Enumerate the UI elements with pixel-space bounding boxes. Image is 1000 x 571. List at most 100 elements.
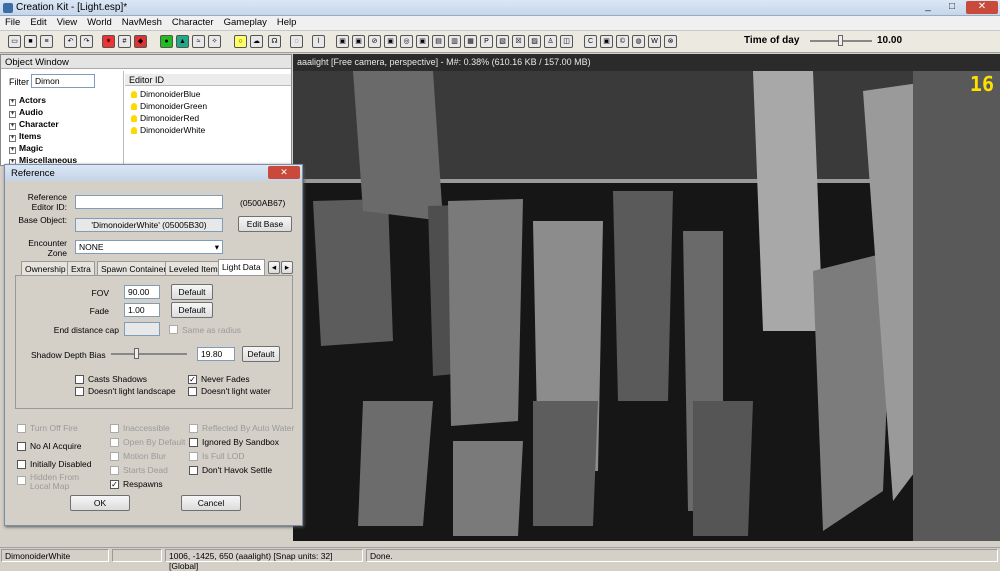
menu-file[interactable]: File [0, 16, 25, 29]
close-icon[interactable]: ✕ [966, 1, 998, 14]
tree-item-magic[interactable]: + Magic [9, 143, 77, 155]
tool-15-icon[interactable]: C [584, 35, 597, 48]
menu-navmesh[interactable]: NavMesh [117, 16, 167, 29]
tree-item-items[interactable]: + Items [9, 131, 77, 143]
markers-icon[interactable]: ☊ [268, 35, 281, 48]
list-item[interactable]: DimonoiderRed [127, 113, 207, 125]
initially-disabled-checkbox[interactable] [17, 460, 26, 469]
editor-id-label: Reference Editor ID: [27, 192, 67, 212]
graph-icon[interactable]: ⌇ [312, 35, 325, 48]
terrain-icon[interactable]: ▲ [176, 35, 189, 48]
water-icon[interactable]: ≈ [192, 35, 205, 48]
shadow-default-button[interactable]: Default [242, 346, 280, 362]
tool-19-icon[interactable]: W [648, 35, 661, 48]
minimize-icon[interactable]: _ [918, 1, 938, 14]
time-slider-thumb[interactable] [838, 35, 843, 46]
editor-id-column-header[interactable]: Editor ID [125, 74, 291, 86]
inaccessible-label: Inaccessible [123, 423, 170, 433]
cancel-button[interactable]: Cancel [181, 495, 241, 511]
tab-scroll-right-icon[interactable]: ▸ [281, 261, 293, 274]
tool-14-icon[interactable]: ◫ [560, 35, 573, 48]
filter-input[interactable] [31, 74, 95, 88]
grid-icon[interactable]: # [118, 35, 131, 48]
tool-8-icon[interactable]: ▥ [448, 35, 461, 48]
no-ai-acquire-checkbox[interactable] [17, 442, 26, 451]
shadow-slider-thumb[interactable] [134, 348, 139, 359]
edit-base-button[interactable]: Edit Base [238, 216, 292, 232]
status-state: Done. [366, 549, 998, 562]
tab-spawn-container[interactable]: Spawn Container [97, 261, 171, 276]
fade-default-button[interactable]: Default [171, 302, 213, 318]
tool-20-icon[interactable]: ⊗ [664, 35, 677, 48]
redo-icon[interactable]: ↷ [80, 35, 93, 48]
tool-16-icon[interactable]: ▣ [600, 35, 613, 48]
render-icon[interactable]: ✶ [102, 35, 115, 48]
menu-help[interactable]: Help [272, 16, 302, 29]
tool-11-icon[interactable]: ▧ [496, 35, 509, 48]
tab-extra[interactable]: Extra [67, 261, 95, 276]
preferences-icon[interactable]: ≡ [40, 35, 53, 48]
fov-default-button[interactable]: Default [171, 284, 213, 300]
dont-havok-settle-checkbox[interactable] [189, 466, 198, 475]
render-viewport[interactable]: aaalight [Free camera, perspective] - M#… [293, 54, 1000, 541]
tool-6-icon[interactable]: ▣ [416, 35, 429, 48]
tool-3-icon[interactable]: ⊘ [368, 35, 381, 48]
time-of-day-value: 10.00 [877, 35, 903, 46]
shadow-depth-bias-slider[interactable] [111, 348, 187, 359]
turn-off-fire-checkbox [17, 424, 26, 433]
tool-2-icon[interactable]: ▣ [352, 35, 365, 48]
marker-icon[interactable]: ◆ [134, 35, 147, 48]
sky-icon[interactable]: ☁ [250, 35, 263, 48]
encounter-zone-select[interactable]: NONE ▾ [75, 240, 223, 254]
no-light-water-checkbox[interactable] [188, 387, 197, 396]
list-item[interactable]: DimonoiderWhite [127, 125, 207, 137]
list-item[interactable]: DimonoiderGreen [127, 101, 207, 113]
menu-gameplay[interactable]: Gameplay [219, 16, 272, 29]
tool-1-icon[interactable]: ▣ [336, 35, 349, 48]
tool-10-icon[interactable]: P [480, 35, 493, 48]
editor-id-input[interactable] [75, 195, 223, 209]
ok-button[interactable]: OK [70, 495, 130, 511]
sphere-icon[interactable]: ● [160, 35, 173, 48]
menu-edit[interactable]: Edit [25, 16, 51, 29]
tool-9-icon[interactable]: ▦ [464, 35, 477, 48]
shadow-depth-bias-input[interactable] [197, 347, 235, 361]
light-icon[interactable]: ○ [234, 35, 247, 48]
menu-world[interactable]: World [82, 16, 117, 29]
list-item[interactable]: DimonoiderBlue [127, 89, 207, 101]
navmesh-icon[interactable]: ✧ [208, 35, 221, 48]
tree-item-actors[interactable]: + Actors [9, 95, 77, 107]
tool-17-icon[interactable]: © [616, 35, 629, 48]
ignored-by-sandbox-checkbox[interactable] [189, 438, 198, 447]
dialog-close-icon[interactable]: ✕ [268, 166, 300, 179]
tab-leveled-item[interactable]: Leveled Item [165, 261, 222, 276]
maximize-icon[interactable]: □ [942, 1, 962, 14]
respawns-checkbox[interactable]: ✓ [110, 480, 119, 489]
open-icon[interactable]: ▭ [8, 35, 21, 48]
tool-13-icon[interactable]: ▨ [528, 35, 541, 48]
time-of-day-slider[interactable] [810, 35, 872, 46]
menu-view[interactable]: View [52, 16, 82, 29]
dialogue-icon[interactable]: ◌ [290, 35, 303, 48]
fov-input[interactable] [124, 285, 160, 299]
menu-character[interactable]: Character [167, 16, 219, 29]
tab-scroll-left-icon[interactable]: ◂ [268, 261, 280, 274]
fade-input[interactable] [124, 303, 160, 317]
save-icon[interactable]: ■ [24, 35, 37, 48]
tree-item-character[interactable]: + Character [9, 119, 77, 131]
tool-4-icon[interactable]: ▣ [384, 35, 397, 48]
tool-18-icon[interactable]: ◍ [632, 35, 645, 48]
tool-7-icon[interactable]: ▤ [432, 35, 445, 48]
tool-5-icon[interactable]: ◎ [400, 35, 413, 48]
pane-divider[interactable] [123, 71, 124, 166]
tree-item-audio[interactable]: + Audio [9, 107, 77, 119]
tab-light-data[interactable]: Light Data [218, 259, 265, 276]
never-fades-checkbox[interactable]: ✓ [188, 375, 197, 384]
no-light-landscape-checkbox[interactable] [75, 387, 84, 396]
undo-icon[interactable]: ↶ [64, 35, 77, 48]
casts-shadows-checkbox[interactable] [75, 375, 84, 384]
tab-ownership[interactable]: Ownership [21, 261, 70, 276]
scene-render [293, 71, 1000, 541]
tool-12-icon[interactable]: ☒ [512, 35, 525, 48]
actor-icon[interactable]: ♙ [544, 35, 557, 48]
